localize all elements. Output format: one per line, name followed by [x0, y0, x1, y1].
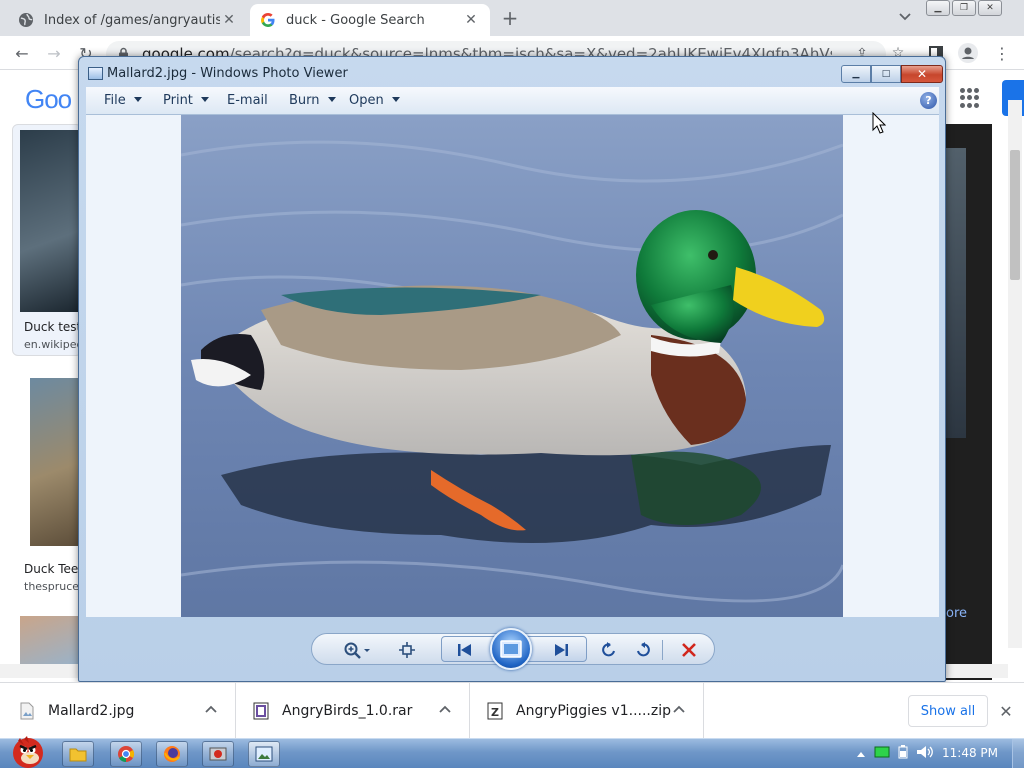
menu-label: Print: [163, 93, 193, 108]
download-filename: AngryBirds_1.0.rar: [282, 703, 413, 719]
chevron-up-icon[interactable]: [673, 705, 685, 713]
google-logo[interactable]: Goo: [25, 84, 72, 115]
menu-print[interactable]: Print: [163, 93, 209, 108]
dropdown-arrow-icon: [391, 97, 400, 102]
photo-viewer-icon: [88, 67, 103, 80]
taskbar-clock[interactable]: 11:48 PM: [942, 746, 998, 760]
image-preview-panel: ore: [946, 124, 992, 680]
download-item[interactable]: AngryBirds_1.0.rar: [236, 683, 470, 739]
download-filename: Mallard2.jpg: [48, 703, 135, 719]
next-icon[interactable]: [550, 640, 572, 660]
menu-open[interactable]: Open: [349, 93, 400, 108]
dropdown-arrow-icon: [327, 97, 336, 102]
image-file-icon: [18, 701, 36, 721]
angry-birds-app-icon[interactable]: [202, 741, 234, 767]
result-thumbnail[interactable]: [20, 130, 80, 312]
apps-grid-icon[interactable]: [960, 88, 980, 108]
previous-icon[interactable]: [454, 640, 476, 660]
result-caption[interactable]: Duck test: [24, 320, 81, 334]
close-icon[interactable]: ✕: [996, 701, 1016, 721]
preview-image[interactable]: [946, 148, 966, 438]
mallard-photo[interactable]: [181, 115, 843, 617]
restore-icon[interactable]: ❐: [952, 0, 976, 16]
dropdown-arrow-icon: [133, 97, 142, 102]
close-icon[interactable]: ✕: [462, 11, 480, 29]
photo-viewer-window: Mallard2.jpg - Windows Photo Viewer ▁ □ …: [78, 56, 946, 682]
chrome-icon[interactable]: [110, 741, 142, 767]
delete-icon[interactable]: [678, 640, 700, 660]
actual-size-icon[interactable]: [396, 640, 418, 660]
network-status-icon[interactable]: [874, 745, 890, 763]
menu-email[interactable]: E-mail: [227, 93, 268, 108]
help-icon[interactable]: ?: [920, 92, 937, 109]
rotate-counterclockwise-icon[interactable]: [598, 640, 620, 660]
more-menu-icon[interactable]: ⋮: [992, 43, 1012, 63]
zip-file-icon: Z: [486, 701, 504, 721]
windows-taskbar: 11:48 PM: [0, 736, 1024, 768]
viewer-window-controls: ▁ □ ✕: [841, 65, 943, 83]
volume-icon[interactable]: [916, 745, 934, 763]
viewer-menubar: File Print E-mail Burn Open ?: [86, 87, 939, 115]
google-logo-text: Goo: [25, 84, 72, 114]
menu-label: Burn: [289, 93, 320, 108]
chevron-up-icon[interactable]: [205, 705, 217, 713]
tab-index-games[interactable]: Index of /games/angryautism/ ✕: [8, 4, 248, 36]
show-all-button[interactable]: Show all: [908, 695, 988, 727]
menu-label: Open: [349, 93, 384, 108]
divider: [662, 640, 663, 660]
explorer-icon[interactable]: [62, 741, 94, 767]
downloads-bar: Mallard2.jpg AngryBirds_1.0.rar Z AngryP…: [0, 682, 1024, 739]
maximize-icon[interactable]: □: [871, 65, 901, 83]
window-title: Mallard2.jpg - Windows Photo Viewer: [107, 66, 348, 81]
menu-label: File: [104, 93, 126, 108]
result-caption[interactable]: Duck Teet: [24, 562, 83, 576]
firefox-icon[interactable]: [156, 741, 188, 767]
close-icon[interactable]: ✕: [901, 65, 943, 83]
globe-icon: [18, 12, 34, 28]
menu-label: E-mail: [227, 93, 268, 108]
download-item[interactable]: Z AngryPiggies v1.....zip: [470, 683, 704, 739]
scrollbar-thumb[interactable]: [1010, 150, 1020, 280]
rotate-clockwise-icon[interactable]: [632, 640, 654, 660]
show-hidden-icons-icon[interactable]: [856, 747, 866, 762]
close-icon[interactable]: ✕: [978, 0, 1002, 16]
mouse-cursor-icon: [872, 111, 887, 138]
zoom-icon[interactable]: [340, 640, 374, 660]
minimize-icon[interactable]: ▁: [926, 0, 950, 16]
google-icon: [260, 12, 276, 28]
battery-icon[interactable]: [898, 745, 908, 763]
minimize-icon[interactable]: ▁: [841, 65, 871, 83]
browser-tabstrip: Index of /games/angryautism/ ✕ duck - Go…: [0, 0, 1024, 36]
show-desktop-button[interactable]: [1012, 739, 1024, 768]
photo-canvas: [86, 115, 939, 617]
tab-duck-search[interactable]: duck - Google Search ✕: [250, 4, 490, 36]
profile-avatar-icon[interactable]: [958, 43, 978, 63]
tab-label: Index of /games/angryautism/: [44, 12, 220, 28]
menu-burn[interactable]: Burn: [289, 93, 336, 108]
dropdown-arrow-icon: [200, 97, 209, 102]
photo-viewer-icon[interactable]: [248, 741, 280, 767]
chevron-up-icon[interactable]: [439, 705, 451, 713]
new-tab-button[interactable]: +: [498, 6, 522, 30]
download-filename: AngryPiggies v1.....zip: [516, 703, 671, 719]
result-source[interactable]: thespruce.: [24, 580, 83, 593]
rar-file-icon: [252, 701, 270, 721]
more-link[interactable]: ore: [946, 606, 967, 621]
system-tray: [856, 743, 934, 765]
forward-arrow-icon[interactable]: →: [42, 42, 66, 64]
menu-file[interactable]: File: [104, 93, 142, 108]
viewer-control-bar: [311, 628, 715, 670]
close-icon[interactable]: ✕: [220, 11, 238, 29]
tab-label: duck - Google Search: [286, 12, 425, 28]
result-source[interactable]: en.wikiped: [24, 338, 83, 351]
back-arrow-icon[interactable]: ←: [10, 42, 34, 64]
result-thumbnail[interactable]: [20, 616, 80, 664]
result-thumbnail[interactable]: [30, 378, 80, 546]
svg-text:Z: Z: [491, 706, 499, 719]
browser-window-controls: ▁ ❐ ✕: [926, 0, 1002, 18]
tab-search-chevron-icon[interactable]: [894, 6, 916, 28]
start-button[interactable]: [2, 731, 50, 768]
slideshow-button[interactable]: [490, 628, 532, 670]
